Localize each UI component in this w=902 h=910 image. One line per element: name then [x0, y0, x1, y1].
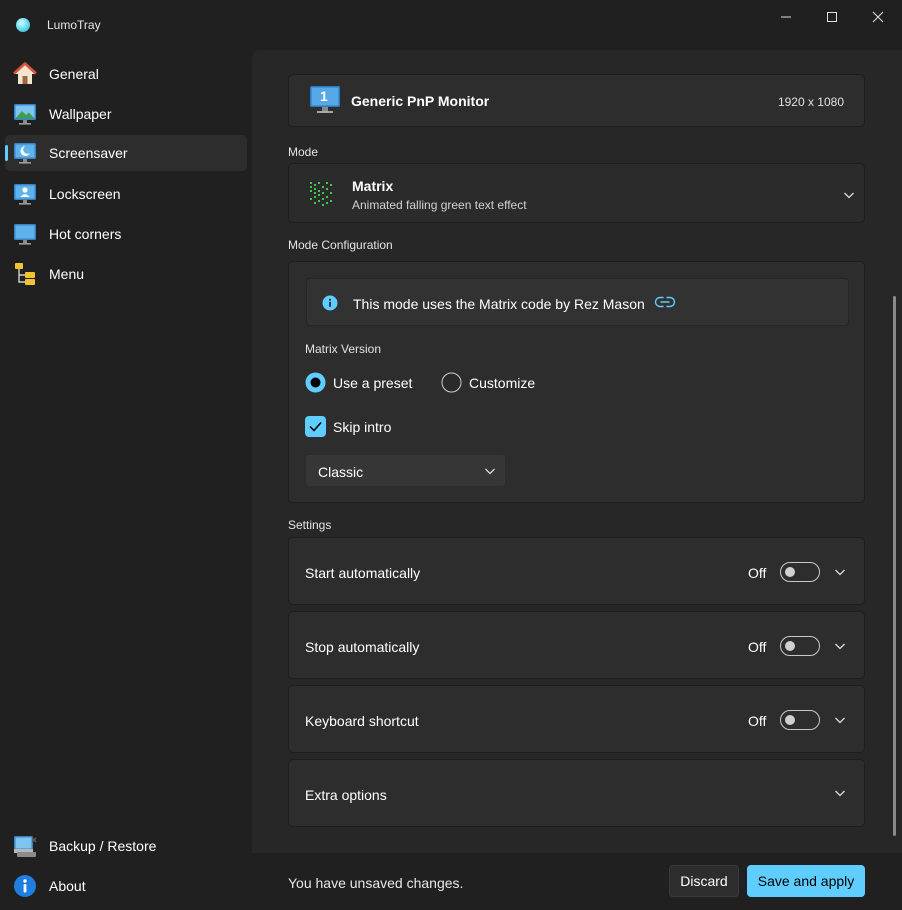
sidebar-item-wallpaper[interactable]: Wallpaper — [5, 96, 247, 132]
preset-select[interactable]: Classic — [305, 454, 506, 487]
info-text: This mode uses the Matrix code by Rez Ma… — [353, 296, 645, 312]
checkbox-checked-icon — [305, 416, 326, 437]
discard-button[interactable]: Discard — [669, 865, 739, 897]
setting-extra-options[interactable]: Extra options — [288, 759, 865, 827]
setting-label: Keyboard shortcut — [305, 713, 419, 729]
chevron-down-icon[interactable] — [833, 786, 847, 800]
mode-config-card: This mode uses the Matrix code by Rez Ma… — [288, 261, 865, 503]
save-apply-button[interactable]: Save and apply — [747, 865, 865, 897]
sidebar-item-label: Menu — [49, 266, 85, 282]
info-circle-icon — [322, 295, 338, 311]
sidebar-item-general[interactable]: General — [5, 56, 247, 92]
radio-label: Use a preset — [333, 375, 413, 391]
close-icon — [872, 11, 884, 23]
skip-intro-checkbox[interactable]: Skip intro — [305, 416, 415, 438]
sidebar-item-hot-corners[interactable]: Hot corners — [5, 216, 247, 252]
monitor-number-badge: 1 — [320, 88, 328, 104]
lockscreen-icon — [14, 184, 36, 205]
hot-corners-icon — [14, 224, 36, 245]
sidebar-item-label: Hot corners — [49, 226, 122, 242]
monitor-card: 1 Generic PnP Monitor 1920 x 1080 — [288, 74, 865, 127]
monitor-resolution: 1920 x 1080 — [777, 95, 844, 109]
preset-select-value: Classic — [318, 464, 364, 480]
mode-selected-description: Animated falling green text effect — [352, 198, 527, 212]
sidebar-item-about[interactable]: About — [5, 868, 247, 904]
chevron-down-icon — [844, 192, 854, 199]
radio-use-preset[interactable]: Use a preset — [305, 372, 415, 394]
sidebar-item-label: Backup / Restore — [49, 838, 157, 854]
link-icon[interactable] — [654, 295, 676, 309]
mode-section-title: Mode — [288, 145, 319, 159]
backup-icon — [14, 836, 37, 857]
start-automatically-toggle[interactable] — [780, 562, 820, 582]
mode-config-section-title: Mode Configuration — [288, 238, 393, 252]
radio-label: Customize — [469, 375, 536, 391]
chevron-down-icon[interactable] — [833, 565, 847, 579]
sidebar-item-backup-restore[interactable]: Backup / Restore — [5, 828, 247, 864]
settings-section-title: Settings — [288, 518, 332, 532]
home-icon — [13, 62, 37, 84]
sidebar-item-label: Wallpaper — [49, 106, 112, 122]
app-logo-icon — [16, 18, 30, 32]
sidebar-item-label: About — [49, 878, 86, 894]
minimize-icon — [781, 16, 791, 18]
sidebar-item-screensaver[interactable]: Screensaver — [5, 135, 247, 171]
sidebar-nav: General Wallpaper Screensaver Lockscreen… — [0, 48, 252, 910]
chevron-down-icon[interactable] — [833, 639, 847, 653]
chevron-down-icon[interactable] — [833, 713, 847, 727]
main-content: 1 Generic PnP Monitor 1920 x 1080 Mode M… — [252, 50, 902, 853]
maximize-icon — [827, 12, 837, 22]
radio-unchecked-icon — [441, 372, 462, 393]
setting-label: Start automatically — [305, 565, 421, 581]
setting-keyboard-shortcut[interactable]: Keyboard shortcut Off — [288, 685, 865, 753]
mode-selected-name: Matrix — [352, 178, 394, 194]
sidebar-item-label: Screensaver — [49, 145, 128, 161]
sidebar-item-label: Lockscreen — [49, 186, 121, 202]
maximize-button[interactable] — [809, 4, 855, 30]
chevron-down-icon — [485, 468, 495, 475]
minimize-button[interactable] — [763, 4, 809, 30]
setting-label: Extra options — [305, 787, 387, 803]
toggle-state-label: Off — [748, 639, 767, 655]
sidebar-item-menu[interactable]: Menu — [5, 256, 247, 292]
info-icon — [14, 875, 36, 897]
wallpaper-icon — [14, 104, 36, 125]
app-title: LumoTray — [47, 18, 101, 32]
info-bar: This mode uses the Matrix code by Rez Ma… — [306, 278, 849, 326]
sidebar-item-lockscreen[interactable]: Lockscreen — [5, 176, 247, 212]
matrix-icon — [310, 182, 332, 206]
mode-dropdown[interactable]: Matrix Animated falling green text effec… — [288, 163, 865, 223]
setting-start-automatically[interactable]: Start automatically Off — [288, 537, 865, 605]
unsaved-status: You have unsaved changes. — [288, 875, 464, 891]
close-button[interactable] — [855, 4, 901, 30]
vertical-scrollbar[interactable] — [893, 296, 896, 836]
toggle-state-label: Off — [748, 713, 767, 729]
screensaver-icon — [14, 143, 36, 164]
stop-automatically-toggle[interactable] — [780, 636, 820, 656]
setting-label: Stop automatically — [305, 639, 420, 655]
sidebar-item-label: General — [49, 66, 99, 82]
radio-customize[interactable]: Customize — [441, 372, 551, 394]
radio-checked-icon — [305, 372, 326, 393]
toggle-state-label: Off — [748, 565, 767, 581]
footer-bar: You have unsaved changes. Discard Save a… — [252, 853, 902, 910]
monitor-name: Generic PnP Monitor — [351, 93, 490, 109]
menu-icon — [15, 263, 35, 285]
matrix-version-label: Matrix Version — [305, 342, 382, 356]
checkbox-label: Skip intro — [333, 419, 392, 435]
title-bar: LumoTray — [0, 0, 902, 48]
setting-stop-automatically[interactable]: Stop automatically Off — [288, 611, 865, 679]
keyboard-shortcut-toggle[interactable] — [780, 710, 820, 730]
